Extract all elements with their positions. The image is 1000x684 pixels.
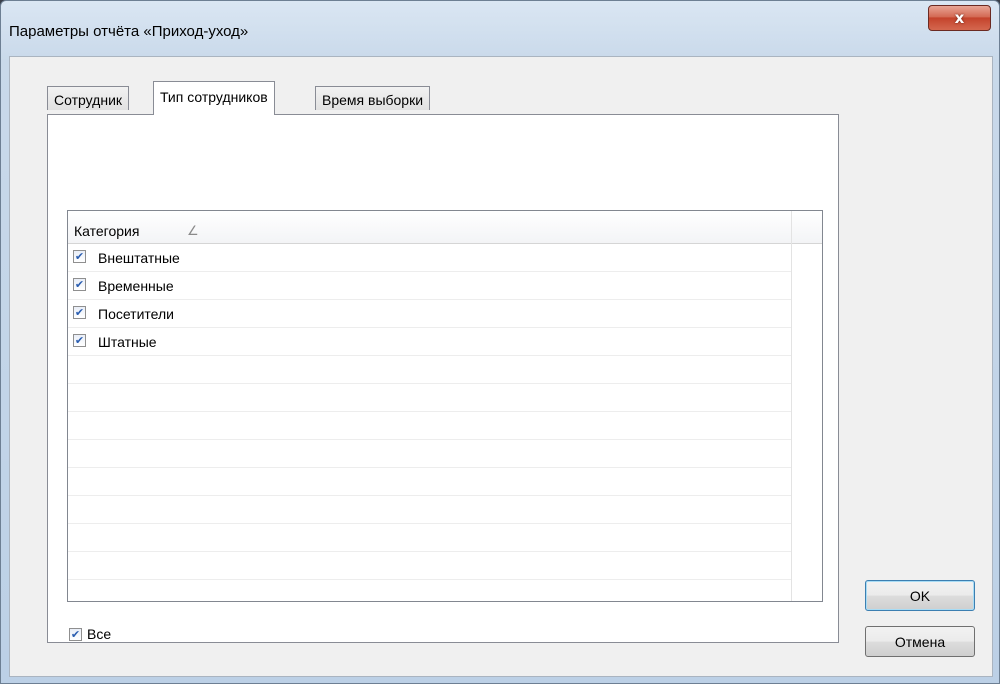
tab-label: Тип сотрудников <box>160 89 268 105</box>
empty-row <box>68 412 791 440</box>
table-row[interactable]: ✔ Штатные <box>68 328 791 356</box>
row-checkbox[interactable]: ✔ <box>73 250 86 263</box>
ok-button[interactable]: OK <box>865 580 975 611</box>
empty-row <box>68 524 791 552</box>
empty-row <box>68 552 791 580</box>
tab-panel-employee-type: Категория ∠ ✔ Внештатные ✔ Временные ✔ П… <box>47 114 839 643</box>
column-separator <box>791 211 792 601</box>
empty-row <box>68 440 791 468</box>
dialog-client-area: Сотрудник Тип сотрудников Время выборки … <box>9 56 993 677</box>
table-row[interactable]: ✔ Временные <box>68 272 791 300</box>
tab-label: Сотрудник <box>54 92 123 108</box>
table-row[interactable]: ✔ Внештатные <box>68 244 791 272</box>
dialog-window: Параметры отчёта «Приход-уход» x Сотрудн… <box>0 0 1000 684</box>
row-label: Штатные <box>98 334 157 350</box>
window-title: Параметры отчёта «Приход-уход» <box>9 23 249 40</box>
cancel-button-label: Отмена <box>894 633 946 650</box>
cancel-button[interactable]: Отмена <box>865 626 975 657</box>
row-checkbox[interactable]: ✔ <box>73 334 86 347</box>
row-label: Посетители <box>98 306 174 322</box>
tab-sample-time[interactable]: Время выборки <box>315 86 431 110</box>
tab-employee-type[interactable]: Тип сотрудников <box>153 81 275 115</box>
ok-button-label: OK <box>909 587 931 604</box>
sort-ascending-icon: ∠ <box>187 223 199 238</box>
empty-row <box>68 468 791 496</box>
select-all-label: Все <box>87 626 112 642</box>
tab-employee[interactable]: Сотрудник <box>47 86 130 110</box>
row-checkbox[interactable]: ✔ <box>73 306 86 319</box>
tab-label: Время выборки <box>322 92 424 108</box>
close-icon: x <box>954 9 965 27</box>
table-row[interactable]: ✔ Посетители <box>68 300 791 328</box>
row-label: Временные <box>98 278 174 294</box>
column-header-category[interactable]: Категория <box>74 223 139 239</box>
title-bar[interactable]: Параметры отчёта «Приход-уход» x <box>1 1 1000 41</box>
grid-header: Категория ∠ <box>68 211 822 244</box>
empty-row <box>68 496 791 524</box>
empty-row <box>68 384 791 412</box>
empty-row <box>68 356 791 384</box>
row-label: Внештатные <box>98 250 180 266</box>
select-all-check[interactable]: ✔ <box>69 628 82 641</box>
row-checkbox[interactable]: ✔ <box>73 278 86 291</box>
category-grid[interactable]: Категория ∠ ✔ Внештатные ✔ Временные ✔ П… <box>67 210 823 602</box>
close-button[interactable]: x <box>928 5 991 31</box>
